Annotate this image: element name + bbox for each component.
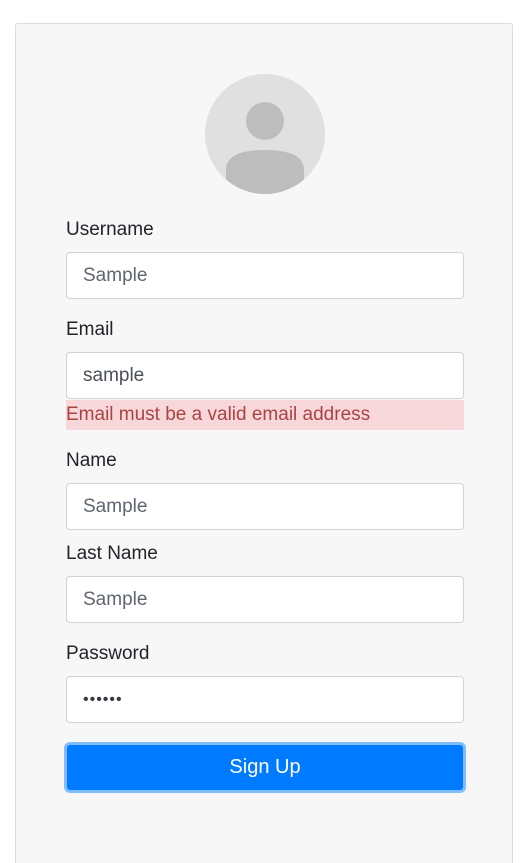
name-input[interactable]: Sample [66, 483, 464, 530]
email-error-message: Email must be a valid email address [66, 400, 464, 430]
email-input[interactable]: sample [66, 352, 464, 399]
last-name-label: Last Name [66, 543, 158, 564]
signup-card: Username Sample Email sample Email must … [15, 23, 513, 863]
password-input[interactable]: •••••• [66, 676, 464, 723]
username-label: Username [66, 219, 154, 240]
user-avatar-icon [205, 74, 325, 194]
sign-up-button[interactable]: Sign Up [64, 742, 466, 793]
username-input[interactable]: Sample [66, 252, 464, 299]
name-label: Name [66, 450, 117, 471]
last-name-input[interactable]: Sample [66, 576, 464, 623]
password-label: Password [66, 643, 150, 664]
email-label: Email [66, 319, 114, 340]
